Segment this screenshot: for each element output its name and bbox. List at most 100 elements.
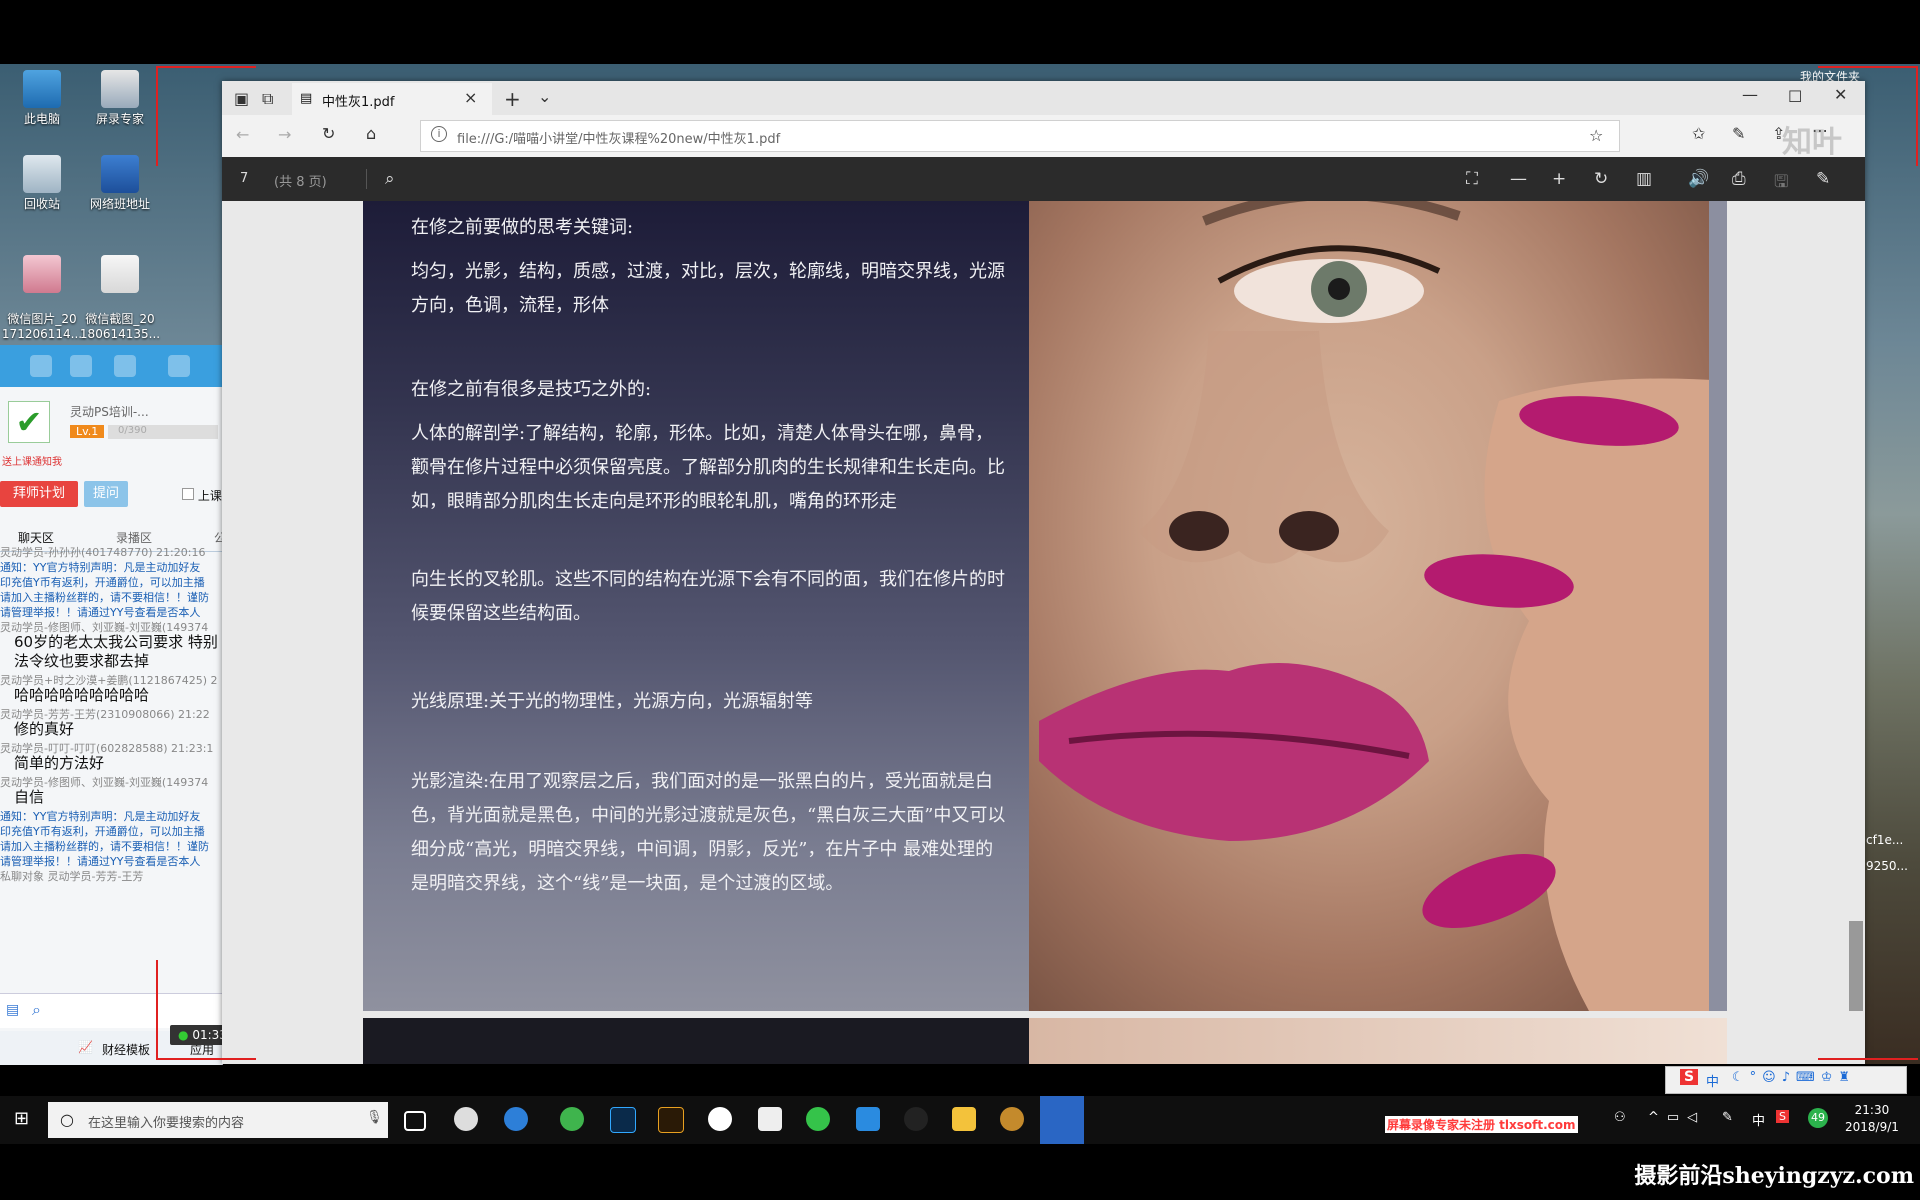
recycle-bin-icon (23, 155, 61, 193)
maximize-icon[interactable]: ☐ (1788, 87, 1802, 106)
favorites-list-icon[interactable]: ✩ (1692, 124, 1705, 143)
microphone-icon[interactable]: 🎙 (366, 1110, 383, 1125)
sogou-tray-icon[interactable]: S (1776, 1110, 1789, 1123)
mail-icon[interactable] (758, 1107, 782, 1131)
gamepad-icon[interactable] (114, 355, 136, 377)
search-placeholder: 在这里输入你要搜索的内容 (88, 1116, 245, 1131)
windows-start-icon[interactable]: ⊞ (14, 1108, 29, 1129)
pen-icon[interactable]: ✎ (1722, 1110, 1733, 1125)
new-tab-icon[interactable]: + (504, 87, 521, 111)
experience-bar: 0/390 (108, 425, 218, 439)
list-icon[interactable] (70, 355, 92, 377)
minimize-icon[interactable]: — (1742, 85, 1758, 104)
scrollbar-thumb[interactable] (1849, 921, 1863, 1011)
cortana-icon: ○ (60, 1110, 74, 1129)
rotate-icon[interactable]: ↻ (1594, 169, 1608, 189)
edge-window: ▣ ⧉ ▤ 中性灰1.pdf × + ⌄ — ☐ ✕ ← → ↻ ⌂ i fil… (222, 81, 1865, 1064)
pen-icon[interactable]: ✎ (1732, 124, 1745, 143)
chat-input-bar[interactable]: ▤ ⌕ (0, 993, 222, 1028)
file-explorer-icon[interactable] (952, 1107, 976, 1131)
baidu-netdisk-icon[interactable] (708, 1107, 732, 1131)
download-icon[interactable] (168, 355, 190, 377)
page-layout-icon[interactable]: ▥ (1636, 169, 1652, 189)
tab-preview-icon[interactable]: ▣ (234, 89, 249, 108)
yy-chat-panel: ✔ 灵动PS培训-... Lv.1 0/390 送上课通知我 拜师计划 提问 上… (0, 345, 223, 1065)
yy-icon[interactable] (1000, 1107, 1024, 1131)
edge-icon-active[interactable] (1040, 1096, 1084, 1144)
ime-tool-icons[interactable]: ☾°☺♪⌨♔♜ (1732, 1070, 1856, 1085)
browser-360-icon[interactable] (560, 1107, 584, 1131)
recorder-unregistered-notice: 屏幕录像专家未注册 tlxsoft.com (1385, 1116, 1578, 1133)
tab-recordings[interactable]: 录播区 (116, 529, 152, 546)
level-badge: Lv.1 (70, 425, 105, 438)
ime-mode[interactable]: 中 (1706, 1071, 1719, 1090)
sogou-icon[interactable]: S (1680, 1069, 1699, 1085)
input-language[interactable]: 中 (1752, 1110, 1765, 1129)
favorite-star-icon[interactable]: ☆ (1589, 126, 1603, 145)
next-pdf-page (363, 1018, 1727, 1064)
zoom-in-icon[interactable]: + (1552, 169, 1566, 189)
wechat-icon[interactable] (806, 1107, 830, 1131)
page-total: (共 8 页) (274, 175, 327, 190)
chat-mode-icon[interactable]: ▤ (6, 1002, 19, 1018)
taskbar-search[interactable]: ○ 在这里输入你要搜索的内容 🎙 (48, 1102, 388, 1138)
task-view-icon[interactable] (404, 1111, 426, 1131)
photoshop-icon[interactable] (610, 1107, 636, 1133)
ime-toolbar[interactable]: S 中 ☾°☺♪⌨♔♜ (1665, 1066, 1907, 1094)
set-aside-tabs-icon[interactable]: ⧉ (262, 89, 273, 109)
clock-date: 2018/9/1 (1845, 1120, 1899, 1134)
chat-message-text: 哈哈哈哈哈哈哈哈哈 (14, 686, 150, 704)
system-clock[interactable]: 21:30 2018/9/1 (1845, 1102, 1899, 1136)
tray-icons[interactable]: ^▭◁ (1648, 1110, 1705, 1125)
tab-chat[interactable]: 聊天区 (18, 529, 54, 546)
plan-button[interactable]: 拜师计划 (0, 481, 78, 507)
browser-tab[interactable]: ▤ 中性灰1.pdf × (292, 83, 492, 115)
pdf-heading-beyond-technique: 在修之前有很多是技巧之外的: (411, 379, 652, 400)
zoom-out-icon[interactable]: — (1510, 169, 1527, 189)
feishu-icon[interactable] (856, 1107, 880, 1131)
forward-icon[interactable]: → (278, 125, 291, 144)
search-icon[interactable]: ⌕ (366, 169, 395, 189)
annotate-icon[interactable]: ✎ (1816, 169, 1830, 189)
desktop-icon-label: 微信截图_20 180614135... (79, 312, 161, 341)
ask-button[interactable]: 提问 (84, 481, 128, 507)
desktop-icon-word-doc[interactable]: 网络班地址 (78, 155, 162, 212)
record-frame-edge (156, 960, 158, 1060)
sign-label: 送上课通知我 (2, 457, 62, 468)
page-number-input[interactable]: 7 (240, 171, 248, 186)
desktop-filename-fragment: 9250... (1866, 859, 1908, 873)
address-bar[interactable]: i file:///G:/喵喵小讲堂/中性灰课程%20new/中性灰1.pdf … (420, 120, 1620, 152)
back-icon[interactable]: ← (236, 125, 249, 144)
qq-icon[interactable] (904, 1107, 928, 1131)
home-icon[interactable] (30, 355, 52, 377)
refresh-icon[interactable]: ↻ (322, 124, 335, 143)
security-badge[interactable]: 49 (1808, 1108, 1828, 1128)
yy-toolbar (0, 345, 222, 387)
finance-template-label[interactable]: 财经模板 (102, 1041, 150, 1058)
fit-page-icon[interactable]: ⛶ (1466, 169, 1478, 189)
desktop-icon-wechat-image[interactable]: 微信图片_20 171206114... (0, 240, 84, 357)
save-icon[interactable]: 🖫 (1774, 169, 1788, 198)
class-checkbox[interactable]: 上课 (182, 487, 222, 504)
read-aloud-icon[interactable]: 🔊 (1688, 169, 1709, 189)
pinned-app-icon[interactable] (454, 1107, 478, 1131)
chat-system-notice: 请管理举报！！请通过YY号查看是否本人 (0, 855, 201, 868)
desktop-icon-wechat-screenshot[interactable]: 微信截图_20 180614135... (78, 240, 162, 357)
home-icon[interactable]: ⌂ (366, 124, 376, 143)
desktop-icon-label: 回收站 (23, 197, 60, 211)
people-icon[interactable]: ⚇ (1614, 1110, 1626, 1125)
desktop-icon-recycle-bin[interactable]: 回收站 (0, 155, 84, 212)
desktop-icon-screen-recorder[interactable]: 屏录专家 (78, 70, 162, 127)
close-window-icon[interactable]: ✕ (1834, 85, 1847, 104)
chevron-down-icon[interactable]: ⌄ (538, 87, 551, 106)
pdf-viewer[interactable]: 在修之前要做的思考关键词: 均匀，光影，结构，质感，过渡，对比，层次，轮廓线，明… (222, 201, 1865, 1064)
image-file-icon (101, 255, 139, 293)
close-tab-icon[interactable]: × (464, 88, 477, 107)
search-icon[interactable]: ⌕ (32, 1000, 41, 1020)
ie-icon[interactable] (504, 1107, 528, 1131)
print-icon[interactable]: ⎙ (1732, 169, 1746, 189)
portrait-photo (1029, 201, 1727, 1011)
desktop-icon-this-pc[interactable]: 此电脑 (0, 70, 84, 127)
bridge-icon[interactable] (658, 1107, 684, 1133)
info-icon[interactable]: i (431, 126, 447, 142)
